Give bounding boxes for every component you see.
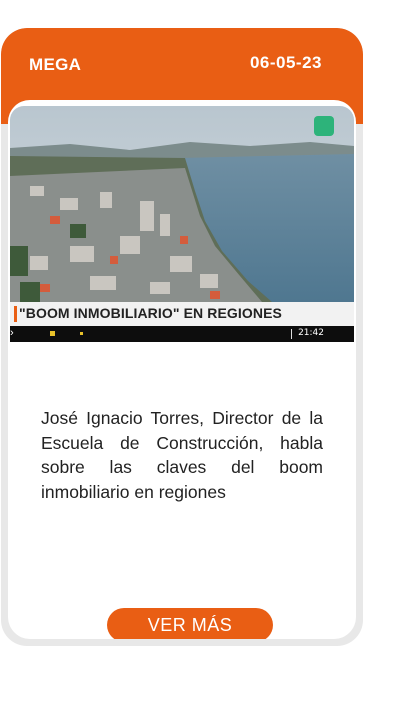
ticker-dot: [80, 332, 83, 335]
source-label: MEGA: [29, 55, 82, 74]
caption-accent: [14, 306, 17, 322]
news-thumbnail[interactable]: "BOOM INMOBILIARIO" EN REGIONES › 21:42: [10, 106, 354, 342]
ticker-time: 21:42: [298, 328, 324, 338]
ver-mas-button[interactable]: VER MÁS: [107, 608, 273, 639]
news-description: José Ignacio Torres, Director de la Escu…: [41, 408, 323, 502]
date-label: 06-05-23: [249, 53, 322, 72]
news-card: MEGA 06-05-23 "BOOM INMOBILIARIO" EN REG…: [1, 28, 363, 646]
image-caption: "BOOM INMOBILIARIO" EN REGIONES: [19, 305, 282, 321]
play-arrow-icon: ›: [10, 327, 14, 339]
ticker-dot: [50, 331, 55, 336]
ticker-separator: [291, 329, 292, 339]
card-body: "BOOM INMOBILIARIO" EN REGIONES › 21:42 …: [8, 100, 356, 639]
ticker-bar: › 21:42: [10, 326, 354, 342]
mega-noticias-logo-icon: [314, 116, 334, 136]
caption-bar: "BOOM INMOBILIARIO" EN REGIONES: [10, 302, 354, 326]
